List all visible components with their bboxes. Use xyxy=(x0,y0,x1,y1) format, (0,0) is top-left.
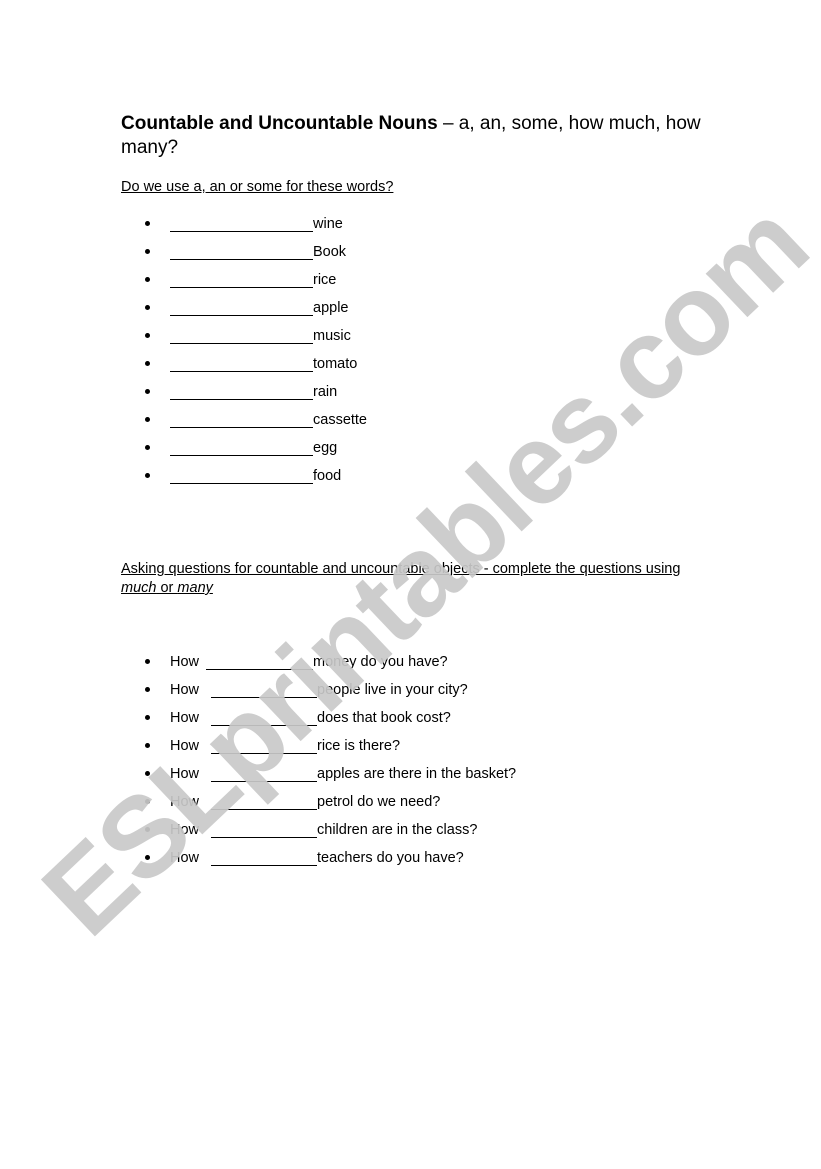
question-rest: rice is there? xyxy=(317,738,401,754)
question-rest: people live in your city? xyxy=(317,682,468,698)
section1-instruction: Do we use a, an or some for these words? xyxy=(121,179,394,195)
answer-blank[interactable] xyxy=(211,848,317,866)
how-word: How xyxy=(170,850,200,866)
noun-word: rice xyxy=(313,272,337,288)
answer-blank[interactable] xyxy=(170,410,313,428)
bullet-icon xyxy=(145,855,150,860)
bullet-icon xyxy=(145,771,150,776)
instruction-much: much xyxy=(121,580,157,596)
how-word: How xyxy=(170,822,200,838)
bullet-icon xyxy=(145,389,150,394)
how-word: How xyxy=(170,682,200,698)
worksheet-page: Countable and Uncountable Nouns – a, an,… xyxy=(0,0,821,1169)
title-bold: Countable and Uncountable Nouns xyxy=(121,113,438,134)
answer-blank[interactable] xyxy=(170,354,313,372)
instruction-many: many xyxy=(177,580,213,596)
answer-blank[interactable] xyxy=(170,270,313,288)
noun-word: food xyxy=(313,468,342,484)
how-word: How xyxy=(170,710,200,726)
answer-blank[interactable] xyxy=(170,298,313,316)
question-rest: petrol do we need? xyxy=(317,794,441,810)
answer-blank[interactable] xyxy=(170,214,313,232)
how-word: How xyxy=(170,654,200,670)
bullet-icon xyxy=(145,417,150,422)
answer-blank[interactable] xyxy=(170,466,313,484)
bullet-icon xyxy=(145,333,150,338)
instruction-or: or xyxy=(156,580,178,596)
section2-instruction: Asking questions for countable and uncou… xyxy=(121,560,711,598)
how-word: How xyxy=(170,766,200,782)
bullet-icon xyxy=(145,659,150,664)
noun-word: cassette xyxy=(313,412,367,428)
answer-blank[interactable] xyxy=(211,820,317,838)
how-word: How xyxy=(170,738,200,754)
question-rest: children are in the class? xyxy=(317,822,478,838)
question-rest: does that book cost? xyxy=(317,710,451,726)
noun-word: egg xyxy=(313,440,338,456)
answer-blank[interactable] xyxy=(211,764,317,782)
answer-blank[interactable] xyxy=(170,242,313,260)
noun-word: wine xyxy=(313,216,343,232)
noun-word: Book xyxy=(313,244,347,260)
bullet-icon xyxy=(145,687,150,692)
worksheet-title: Countable and Uncountable Nouns – a, an,… xyxy=(121,112,721,160)
noun-word: rain xyxy=(313,384,338,400)
bullet-icon xyxy=(145,715,150,720)
answer-blank[interactable] xyxy=(170,326,313,344)
bullet-icon xyxy=(145,799,150,804)
answer-blank[interactable] xyxy=(211,680,317,698)
noun-word: apple xyxy=(313,300,349,316)
question-rest: teachers do you have? xyxy=(317,850,464,866)
answer-blank[interactable] xyxy=(211,708,317,726)
bullet-icon xyxy=(145,277,150,282)
instruction-text: Asking questions for countable and uncou… xyxy=(121,561,681,577)
bullet-icon xyxy=(145,305,150,310)
answer-blank[interactable] xyxy=(170,382,313,400)
bullet-icon xyxy=(145,827,150,832)
bullet-icon xyxy=(145,221,150,226)
bullet-icon xyxy=(145,743,150,748)
noun-word: music xyxy=(313,328,351,344)
noun-word: tomato xyxy=(313,356,358,372)
bullet-icon xyxy=(145,361,150,366)
answer-blank[interactable] xyxy=(211,792,317,810)
bullet-icon xyxy=(145,473,150,478)
answer-blank[interactable] xyxy=(206,652,313,670)
bullet-icon xyxy=(145,249,150,254)
bullet-icon xyxy=(145,445,150,450)
question-rest: apples are there in the basket? xyxy=(317,766,517,782)
how-word: How xyxy=(170,794,200,810)
answer-blank[interactable] xyxy=(211,736,317,754)
question-rest: money do you have? xyxy=(313,654,448,670)
answer-blank[interactable] xyxy=(170,438,313,456)
